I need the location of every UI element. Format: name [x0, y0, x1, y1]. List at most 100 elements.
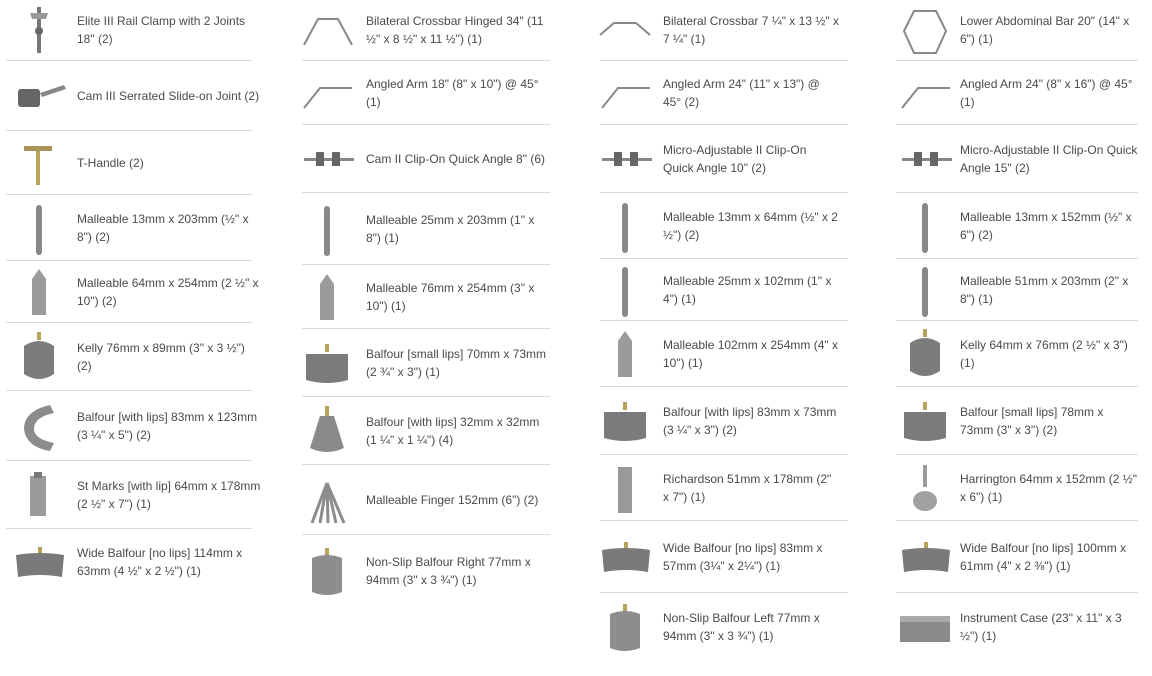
item-label: Balfour [with lips] 83mm x 123mm (3 ¼" x…: [77, 410, 258, 442]
catalog-item: Wide Balfour [no lips] 114mm x 63mm (4 ½…: [8, 530, 261, 594]
item-label: Malleable Finger 152mm (6") (2): [366, 493, 539, 507]
item-label: Malleable 25mm x 102mm (1" x 4") (1): [663, 274, 832, 306]
catalog-item: Malleable 13mm x 152mm (½" x 6") (2): [896, 194, 1140, 258]
wide-balfour-icon: [8, 530, 70, 594]
kelly-blade-icon: [8, 324, 70, 390]
malleable-rod-icon: [596, 194, 654, 258]
item-label: Cam III Serrated Slide-on Joint (2): [77, 89, 260, 103]
catalog-item: Richardson 51mm x 178mm (2" x 7") (1): [596, 456, 839, 520]
row-divider: [896, 454, 1138, 455]
catalog-item: Cam III Serrated Slide-on Joint (2): [8, 62, 261, 130]
row-divider: [6, 390, 252, 391]
balfour-blade-icon: [296, 330, 358, 396]
item-label: Malleable 76mm x 254mm (3" x 10") (1): [366, 281, 535, 313]
richardson-blade-icon: [596, 456, 654, 520]
item-label: Malleable 102mm x 254mm (4" x 10") (1): [663, 338, 838, 370]
catalog-item: Malleable 25mm x 102mm (1" x 4") (1): [596, 260, 839, 320]
item-label: Malleable 51mm x 203mm (2" x 8") (1): [960, 274, 1129, 306]
catalog-item: Non-Slip Balfour Left 77mm x 94mm (3" x …: [596, 594, 839, 660]
row-divider: [600, 386, 848, 387]
row-divider: [896, 320, 1138, 321]
row-divider: [302, 192, 550, 193]
catalog-item: St Marks [with lip] 64mm x 178mm (2 ½" x…: [8, 462, 261, 528]
item-label: Wide Balfour [no lips] 83mm x 57mm (3¼" …: [663, 541, 823, 573]
catalog-item: Malleable 76mm x 254mm (3" x 10") (1): [296, 266, 552, 328]
item-label: Kelly 64mm x 76mm (2 ½" x 3") (1): [960, 338, 1128, 370]
angled-arm-icon: [896, 62, 954, 124]
malleable-blade-icon: [596, 322, 654, 386]
malleable-rod-icon: [896, 260, 954, 320]
rail-clamp-icon: [8, 0, 70, 60]
row-divider: [6, 528, 252, 529]
balfour-blade-icon: [596, 388, 654, 454]
item-label: Lower Abdominal Bar 20" (14" x 6") (1): [960, 14, 1130, 46]
item-label: Elite III Rail Clamp with 2 Joints 18" (…: [77, 14, 246, 46]
catalog-item: Angled Arm 24" (8" x 16") @ 45° (1): [896, 62, 1140, 124]
malleable-rod-icon: [596, 260, 654, 320]
item-label: Instrument Case (23" x 11" x 3 ½") (1): [960, 611, 1122, 643]
item-label: Cam II Clip-On Quick Angle 8" (6): [366, 152, 545, 166]
row-divider: [302, 534, 550, 535]
catalog-item: Malleable Finger 152mm (6") (2): [296, 466, 552, 534]
row-divider: [896, 520, 1138, 521]
item-label: Angled Arm 24" (11" x 13") @ 45° (2): [663, 77, 820, 109]
malleable-rod-icon: [296, 194, 358, 264]
item-label: Angled Arm 18" (8" x 10") @ 45° (1): [366, 77, 539, 109]
row-divider: [600, 124, 848, 125]
kelly-blade-icon: [896, 322, 954, 386]
item-label: Malleable 25mm x 203mm (1" x 8") (1): [366, 213, 535, 245]
catalog-item: Micro-Adjustable II Clip-On Quick Angle …: [596, 126, 839, 192]
harrington-blade-icon: [896, 456, 954, 520]
catalog-item: Bilateral Crossbar Hinged 34" (11 ½" x 8…: [296, 0, 552, 60]
balfour-blade-icon: [896, 388, 954, 454]
row-divider: [6, 194, 252, 195]
malleable-blade-icon: [8, 262, 70, 322]
st-marks-blade-icon: [8, 462, 70, 528]
catalog-item: Kelly 76mm x 89mm (3" x 3 ½") (2): [8, 324, 261, 390]
row-divider: [600, 520, 848, 521]
catalog-item: Bilateral Crossbar 7 ¼" x 13 ½" x 7 ¼" (…: [596, 0, 839, 60]
item-label: Balfour [small lips] 70mm x 73mm (2 ¾" x…: [366, 347, 547, 379]
catalog-item: Kelly 64mm x 76mm (2 ½" x 3") (1): [896, 322, 1140, 386]
catalog-item: Malleable 13mm x 203mm (½" x 8") (2): [8, 196, 261, 260]
catalog-item: Malleable 13mm x 64mm (½" x 2 ½") (2): [596, 194, 839, 258]
clip-on-icon: [296, 126, 358, 192]
catalog-item: Cam II Clip-On Quick Angle 8" (6): [296, 126, 552, 192]
item-label: Malleable 13mm x 152mm (½" x 6") (2): [960, 210, 1132, 242]
row-divider: [6, 260, 252, 261]
angled-arm-icon: [596, 62, 654, 124]
item-label: Wide Balfour [no lips] 114mm x 63mm (4 ½…: [77, 546, 243, 578]
item-label: Malleable 13mm x 64mm (½" x 2 ½") (2): [663, 210, 838, 242]
catalog-item: Balfour [with lips] 83mm x 73mm (3 ¼" x …: [596, 388, 839, 454]
row-divider: [896, 124, 1138, 125]
serrated-joint-icon: [8, 62, 70, 130]
row-divider: [896, 592, 1138, 593]
curved-blade-icon: [8, 392, 70, 460]
item-label: Wide Balfour [no lips] 100mm x 61mm (4" …: [960, 541, 1127, 573]
row-divider: [896, 192, 1138, 193]
item-label: Non-Slip Balfour Right 77mm x 94mm (3" x…: [366, 555, 531, 587]
row-divider: [896, 258, 1138, 259]
malleable-rod-icon: [8, 196, 70, 260]
catalog-item: Angled Arm 18" (8" x 10") @ 45° (1): [296, 62, 552, 124]
row-divider: [302, 328, 550, 329]
catalog-item: Elite III Rail Clamp with 2 Joints 18" (…: [8, 0, 261, 60]
instrument-case-icon: [896, 594, 954, 660]
item-label: Angled Arm 24" (8" x 16") @ 45° (1): [960, 77, 1133, 109]
item-label: Bilateral Crossbar 7 ¼" x 13 ½" x 7 ¼" (…: [663, 14, 839, 46]
angled-arm-icon: [296, 62, 358, 124]
row-divider: [6, 130, 252, 131]
row-divider: [302, 264, 550, 265]
row-divider: [6, 60, 252, 61]
item-label: Micro-Adjustable II Clip-On Quick Angle …: [663, 143, 807, 175]
crossbar-icon: [596, 0, 654, 60]
row-divider: [600, 258, 848, 259]
row-divider: [600, 192, 848, 193]
row-divider: [600, 592, 848, 593]
catalog-item: Lower Abdominal Bar 20" (14" x 6") (1): [896, 0, 1140, 60]
row-divider: [302, 60, 550, 61]
row-divider: [896, 386, 1138, 387]
row-divider: [302, 124, 550, 125]
catalog-item: Non-Slip Balfour Right 77mm x 94mm (3" x…: [296, 536, 552, 606]
item-label: Bilateral Crossbar Hinged 34" (11 ½" x 8…: [366, 14, 544, 46]
